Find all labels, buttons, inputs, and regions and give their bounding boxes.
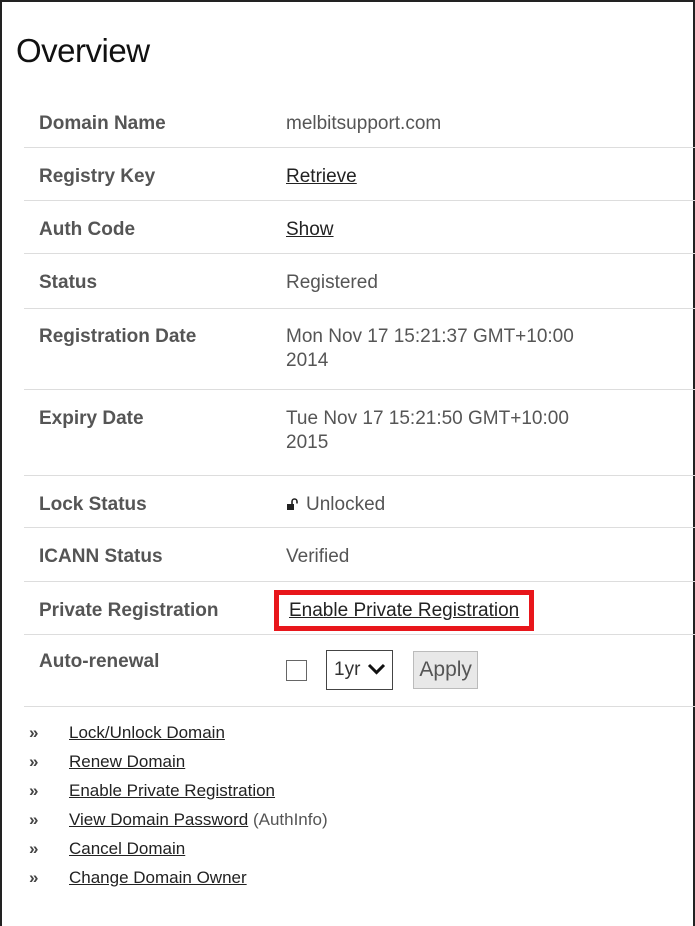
list-item: » Enable Private Registration [29, 779, 328, 808]
domain-name-label: Domain Name [39, 113, 166, 134]
row-expiry-date: Expiry Date Tue Nov 17 15:21:50 GMT+10:0… [24, 390, 695, 476]
row-registration-date: Registration Date Mon Nov 17 15:21:37 GM… [24, 309, 695, 390]
row-registry-key: Registry Key Retrieve [24, 148, 695, 201]
lock-status-label: Lock Status [39, 494, 147, 515]
registry-key-label: Registry Key [39, 166, 156, 187]
view-domain-password-link[interactable]: View Domain Password [69, 810, 248, 829]
apply-button[interactable]: Apply [413, 651, 478, 689]
row-icann-status: ICANN Status Verified [24, 528, 695, 582]
expiry-date-value: Tue Nov 17 15:21:50 GMT+10:00 2015 [286, 408, 569, 453]
bullet: » [29, 752, 39, 771]
row-auto-renewal: Auto-renewal 1yr Apply [24, 635, 695, 707]
row-status: Status Registered [24, 254, 695, 309]
status-label: Status [39, 272, 98, 293]
show-auth-code-link[interactable]: Show [286, 219, 334, 240]
lock-unlock-domain-link[interactable]: Lock/Unlock Domain [69, 723, 225, 742]
renew-domain-link[interactable]: Renew Domain [69, 752, 185, 771]
renewal-period-value: 1yr [334, 659, 361, 680]
authinfo-note: (AuthInfo) [252, 810, 328, 829]
bullet: » [29, 868, 39, 887]
cancel-domain-link[interactable]: Cancel Domain [69, 839, 185, 858]
change-domain-owner-link[interactable]: Change Domain Owner [69, 868, 247, 887]
icann-status-label: ICANN Status [39, 546, 163, 567]
row-auth-code: Auth Code Show [24, 201, 695, 254]
enable-private-registration-action-link[interactable]: Enable Private Registration [69, 781, 275, 800]
domain-actions-list: » Lock/Unlock Domain » Renew Domain » Enabl… [29, 721, 328, 895]
page-title: Overview [16, 32, 150, 69]
chevron-down-icon [367, 658, 386, 682]
expiry-date-label: Expiry Date [39, 408, 144, 429]
domain-details-table: Domain Name melbitsupport.com Registry K… [24, 95, 695, 707]
list-item: » Change Domain Owner [29, 866, 328, 895]
registration-date-label: Registration Date [39, 326, 197, 347]
overview-panel: Overview Domain Name melbitsupport.com R… [0, 0, 695, 926]
unlocked-padlock-icon [286, 494, 300, 510]
highlight-box: Enable Private Registration [274, 590, 535, 631]
renewal-period-select[interactable]: 1yr [326, 650, 394, 690]
retrieve-registry-key-link[interactable]: Retrieve [286, 166, 357, 187]
list-item: » Renew Domain [29, 750, 328, 779]
bullet: » [29, 810, 39, 829]
row-private-registration: Private Registration Enable Private Regi… [24, 582, 695, 635]
auth-code-label: Auth Code [39, 219, 136, 240]
status-value: Registered [286, 272, 378, 293]
enable-private-registration-link[interactable]: Enable Private Registration [289, 600, 519, 621]
bullet: » [29, 781, 39, 800]
list-item: » Lock/Unlock Domain [29, 721, 328, 750]
private-registration-label: Private Registration [39, 600, 219, 621]
lock-status-value: Unlocked [306, 494, 386, 515]
auto-renewal-label: Auto-renewal [39, 651, 160, 672]
list-item: » View Domain Password (AuthInfo) [29, 808, 328, 837]
bullet: » [29, 839, 39, 858]
domain-name-value: melbitsupport.com [286, 113, 442, 134]
bullet: » [29, 723, 39, 742]
registration-date-value: Mon Nov 17 15:21:37 GMT+10:00 2014 [286, 326, 574, 371]
auto-renewal-checkbox[interactable] [286, 659, 307, 681]
row-lock-status: Lock Status Unlocked [24, 476, 695, 528]
icann-status-value: Verified [286, 546, 350, 567]
row-domain-name: Domain Name melbitsupport.com [24, 95, 695, 148]
list-item: » Cancel Domain [29, 837, 328, 866]
